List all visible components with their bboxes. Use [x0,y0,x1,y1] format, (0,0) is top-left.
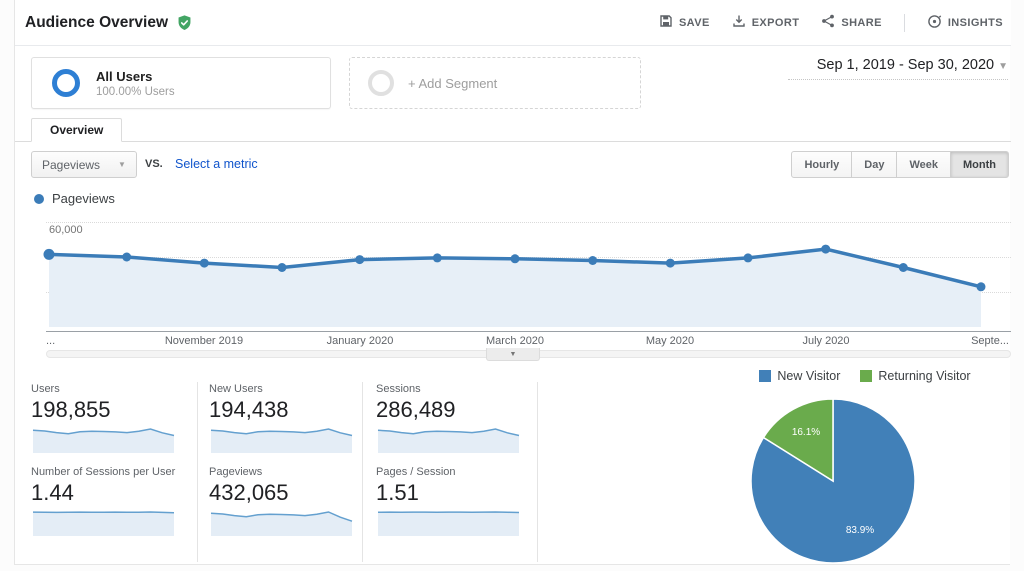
granularity-month[interactable]: Month [950,151,1009,178]
svg-text:83.9%: 83.9% [846,525,874,536]
card-divider [537,382,538,562]
granularity-day[interactable]: Day [851,151,898,178]
metric-card-sessions[interactable]: Sessions 286,489 [376,383,526,453]
legend-returning-visitor: Returning Visitor [860,369,971,383]
export-button[interactable]: EXPORT [732,14,800,31]
header-divider [903,13,905,32]
returning-visitor-swatch [860,370,873,382]
chevron-down-icon [510,351,517,358]
metric-card-pageviews[interactable]: Pageviews 432,065 [209,466,359,536]
granularity-hourly[interactable]: Hourly [791,151,853,178]
x-axis-labels: ... November 2019 January 2020 March 202… [46,335,1009,347]
granularity-buttons: Hourly Day Week Month [791,151,1009,178]
insights-icon [927,14,942,32]
x-axis-line [46,331,1011,332]
chart-legend: Pageviews [34,191,115,206]
shield-check-icon [176,14,193,32]
vs-label: VS. [145,158,163,170]
sparkline [210,511,353,536]
card-divider [362,382,363,562]
empty-ring-icon [368,70,394,96]
legend-new-visitor: New Visitor [759,369,840,383]
sparkline [377,428,520,453]
metric-card-sessions-per-user[interactable]: Number of Sessions per User 1.44 [31,466,191,536]
save-icon [659,14,673,31]
sparkline [32,428,175,453]
sparkline [377,511,520,536]
visitor-type-pie-chart[interactable]: 83.9% 16.1% [719,393,979,569]
tab-bar: Overview [15,118,1011,142]
granularity-week[interactable]: Week [896,151,952,178]
legend-label: Pageviews [52,191,115,206]
add-segment-label: + Add Segment [408,75,498,91]
add-segment-button[interactable]: + Add Segment [349,57,641,109]
pie-legend: New Visitor Returning Visitor [719,369,1011,383]
metric-card-users[interactable]: Users 198,855 [31,383,181,453]
metric-dropdown[interactable]: Pageviews [31,151,137,178]
insights-button[interactable]: INSIGHTS [927,14,1003,32]
segment-all-users[interactable]: All Users 100.00% Users [31,57,331,109]
sparkline [210,428,353,453]
date-range-selector[interactable]: Sep 1, 2019 - Sep 30, 2020 [788,57,1008,80]
report-header: Audience Overview SAVE EXPORT SHARE INSI… [15,0,1011,46]
page-title: Audience Overview [25,13,169,31]
tab-overview[interactable]: Overview [31,118,123,142]
pageviews-line-chart[interactable] [15,210,1011,332]
svg-text:16.1%: 16.1% [792,427,820,438]
header-actions: SAVE EXPORT SHARE INSIGHTS [659,13,1003,32]
segment-subtitle: 100.00% Users [96,85,175,98]
audience-overview-page: Audience Overview SAVE EXPORT SHARE INSI… [0,0,1024,571]
card-divider [197,382,198,562]
chevron-down-icon [118,160,126,169]
segment-title: All Users [96,68,153,84]
metric-card-pages-per-session[interactable]: Pages / Session 1.51 [376,466,526,536]
chart-toolbar: Pageviews VS. Select a metric Hourly Day… [15,151,1011,179]
share-button[interactable]: SHARE [821,14,882,31]
chevron-down-icon [998,61,1008,72]
metric-card-new-users[interactable]: New Users 194,438 [209,383,359,453]
new-visitor-swatch [759,370,772,382]
select-metric-link[interactable]: Select a metric [175,157,258,171]
pageviews-legend-dot [34,193,44,204]
report-panel: Audience Overview SAVE EXPORT SHARE INSI… [14,0,1011,565]
save-button[interactable]: SAVE [659,14,710,31]
share-icon [821,14,835,31]
segment-ring-icon [52,69,80,97]
sparkline [32,511,175,536]
download-icon [732,14,746,31]
chart-collapse-handle[interactable] [486,348,540,361]
